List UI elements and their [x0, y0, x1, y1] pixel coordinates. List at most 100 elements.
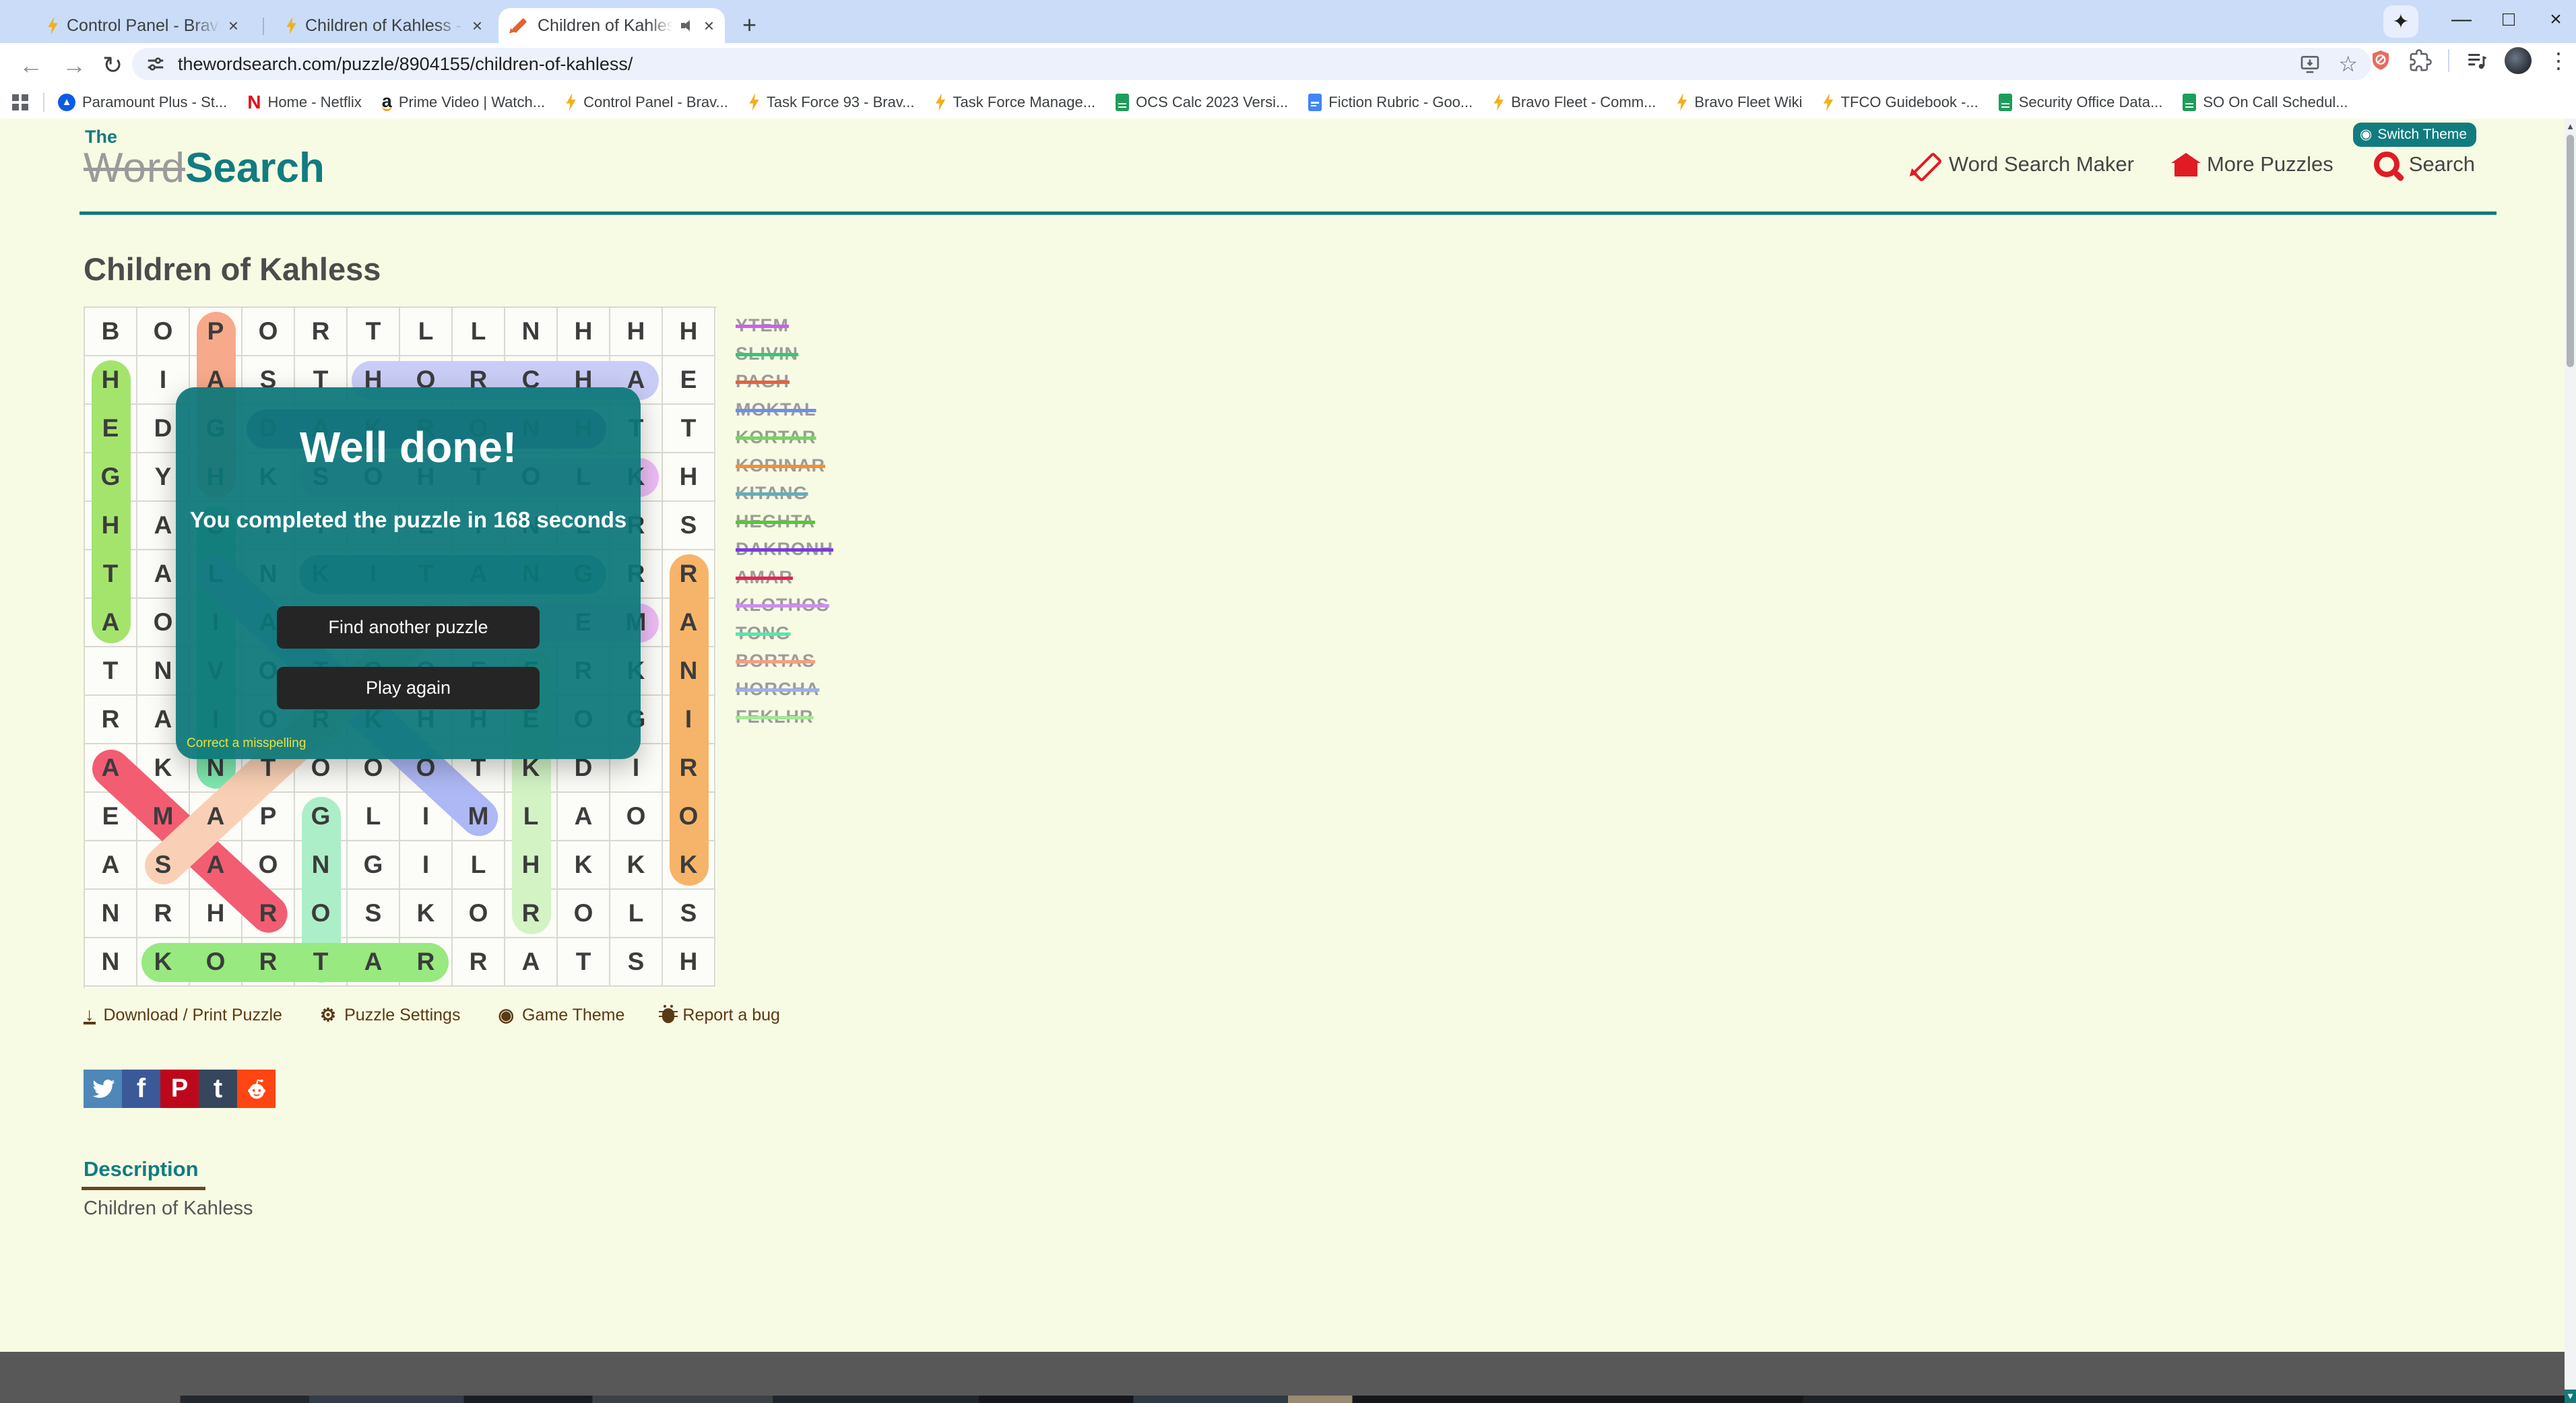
- browser-tab[interactable]: Children of Kahless Word S ×: [498, 8, 725, 43]
- grid-cell[interactable]: S: [663, 502, 715, 550]
- bookmark-item[interactable]: N Home - Netflix: [247, 92, 362, 111]
- grid-cell[interactable]: N: [85, 890, 137, 938]
- bookmark-item[interactable]: ▲ Paramount Plus - St...: [58, 93, 227, 111]
- grid-cell[interactable]: O: [453, 890, 505, 938]
- site-logo[interactable]: The WordSearch: [84, 128, 325, 189]
- grid-cell[interactable]: O: [558, 890, 610, 938]
- grid-cell[interactable]: T: [85, 647, 137, 696]
- browser-tab[interactable]: Control Panel - Bravo Fleet ×: [36, 8, 249, 43]
- action-theme[interactable]: ◉ Game Theme: [498, 1005, 624, 1026]
- tab-close-icon[interactable]: ×: [472, 15, 482, 36]
- grid-cell[interactable]: T: [663, 405, 715, 453]
- bookmark-item[interactable]: Control Panel - Brav...: [565, 93, 728, 111]
- bookmark-star-icon[interactable]: ☆: [2338, 51, 2358, 77]
- profile-avatar[interactable]: [2505, 47, 2532, 74]
- grid-cell[interactable]: R: [85, 696, 137, 744]
- address-bar[interactable]: thewordsearch.com/puzzle/8904155/childre…: [132, 48, 2371, 80]
- nav-item[interactable]: More Puzzles: [2170, 152, 2333, 176]
- grid-cell[interactable]: K: [610, 841, 663, 890]
- forward-icon[interactable]: →: [62, 51, 86, 79]
- bookmark-item[interactable]: a Prime Video | Watch...: [381, 92, 545, 111]
- grid-cell[interactable]: H: [663, 453, 715, 502]
- grid-cell[interactable]: T: [558, 938, 610, 987]
- playlist-media-icon[interactable]: [2466, 49, 2488, 72]
- action-gear[interactable]: ⚙ Puzzle Settings: [320, 1005, 461, 1026]
- grid-cell[interactable]: B: [85, 308, 137, 356]
- share-pinterest-button[interactable]: P: [160, 1070, 199, 1108]
- apps-grid-icon[interactable]: [12, 94, 28, 110]
- tab-close-icon[interactable]: ×: [704, 15, 714, 36]
- grid-cell[interactable]: L: [348, 793, 400, 841]
- grid-cell[interactable]: K: [558, 841, 610, 890]
- grid-cell[interactable]: L: [453, 308, 505, 356]
- close-button[interactable]: ×: [2536, 0, 2576, 39]
- share-tumblr-button[interactable]: t: [199, 1070, 237, 1108]
- scrollbar[interactable]: ▲ ▼: [2565, 119, 2576, 1403]
- url-text[interactable]: thewordsearch.com/puzzle/8904155/childre…: [178, 54, 2299, 75]
- grid-cell[interactable]: L: [610, 890, 663, 938]
- switch-theme-button[interactable]: ◉ Switch Theme: [2353, 123, 2476, 147]
- scroll-up-arrow[interactable]: ▲: [2565, 120, 2576, 133]
- bookmark-item[interactable]: Task Force 93 - Brav...: [748, 93, 915, 111]
- reload-icon[interactable]: ↻: [102, 51, 123, 79]
- bookmark-item[interactable]: Security Office Data...: [1998, 93, 2162, 111]
- share-twitter-button[interactable]: [84, 1070, 122, 1108]
- back-icon[interactable]: ←: [19, 51, 43, 79]
- grid-cell[interactable]: O: [137, 308, 190, 356]
- grid-cell[interactable]: H: [558, 308, 610, 356]
- grid-cell[interactable]: K: [400, 890, 453, 938]
- share-reddit-button[interactable]: [237, 1070, 276, 1108]
- action-bug[interactable]: Report a bug: [659, 1004, 780, 1025]
- bookmark-item[interactable]: TFCO Guidebook -...: [1823, 93, 1978, 111]
- grid-cell[interactable]: L: [400, 308, 453, 356]
- bookmark-item[interactable]: SO On Call Schedul...: [2183, 93, 2348, 111]
- tab-audio-icon[interactable]: [680, 18, 696, 33]
- bookmark-item[interactable]: Bravo Fleet - Comm...: [1493, 93, 1656, 111]
- grid-cell[interactable]: S: [663, 890, 715, 938]
- minimize-button[interactable]: —: [2441, 0, 2482, 39]
- grid-cell[interactable]: L: [453, 841, 505, 890]
- grid-cell[interactable]: H: [663, 308, 715, 356]
- scrollbar-thumb[interactable]: [2567, 135, 2574, 367]
- grid-cell[interactable]: A: [505, 938, 558, 987]
- tab-close-icon[interactable]: ×: [228, 15, 238, 36]
- browser-ai-button[interactable]: ✦: [2383, 5, 2418, 38]
- browser-tab[interactable]: Children of Kahless - Bravo Fle ×: [275, 8, 493, 43]
- nav-item[interactable]: Word Search Maker: [1910, 150, 2134, 179]
- grid-cell[interactable]: E: [663, 356, 715, 405]
- grid-cell[interactable]: A: [85, 841, 137, 890]
- bookmark-item[interactable]: OCS Calc 2023 Versi...: [1116, 93, 1288, 111]
- extensions-puzzle-icon[interactable]: [2409, 49, 2432, 72]
- grid-cell[interactable]: S: [610, 938, 663, 987]
- install-icon[interactable]: [2299, 53, 2321, 75]
- kebab-menu-icon[interactable]: ⋮: [2548, 48, 2569, 73]
- bookmark-item[interactable]: Bravo Fleet Wiki: [1676, 93, 1803, 111]
- tune-icon[interactable]: [146, 54, 166, 74]
- grid-cell[interactable]: H: [610, 308, 663, 356]
- grid-cell[interactable]: O: [243, 308, 295, 356]
- grid-cell[interactable]: A: [558, 793, 610, 841]
- grid-cell[interactable]: R: [137, 890, 190, 938]
- grid-cell[interactable]: S: [348, 890, 400, 938]
- grid-cell[interactable]: G: [348, 841, 400, 890]
- grid-cell[interactable]: R: [295, 308, 348, 356]
- new-tab-button[interactable]: +: [742, 11, 756, 39]
- grid-cell[interactable]: I: [400, 841, 453, 890]
- nav-item[interactable]: Search: [2373, 152, 2475, 177]
- bookmark-item[interactable]: Fiction Rubric - Goo...: [1308, 93, 1473, 111]
- grid-cell[interactable]: H: [663, 938, 715, 987]
- adblock-shield-icon[interactable]: [2369, 48, 2393, 73]
- grid-cell[interactable]: N: [505, 308, 558, 356]
- grid-cell[interactable]: R: [453, 938, 505, 987]
- maximize-button[interactable]: □: [2488, 0, 2529, 39]
- grid-cell[interactable]: O: [610, 793, 663, 841]
- find-another-puzzle-button[interactable]: Find another puzzle: [277, 606, 540, 649]
- bookmark-item[interactable]: Task Force Manage...: [935, 93, 1095, 111]
- share-facebook-button[interactable]: f: [122, 1070, 160, 1108]
- play-again-button[interactable]: Play again: [277, 667, 540, 709]
- action-download[interactable]: ↓ Download / Print Puzzle: [84, 1005, 282, 1025]
- scroll-down-arrow[interactable]: ▼: [2565, 1390, 2576, 1403]
- grid-cell[interactable]: T: [348, 308, 400, 356]
- correct-misspelling-link[interactable]: Correct a misspelling: [187, 736, 306, 751]
- grid-cell[interactable]: N: [85, 938, 137, 987]
